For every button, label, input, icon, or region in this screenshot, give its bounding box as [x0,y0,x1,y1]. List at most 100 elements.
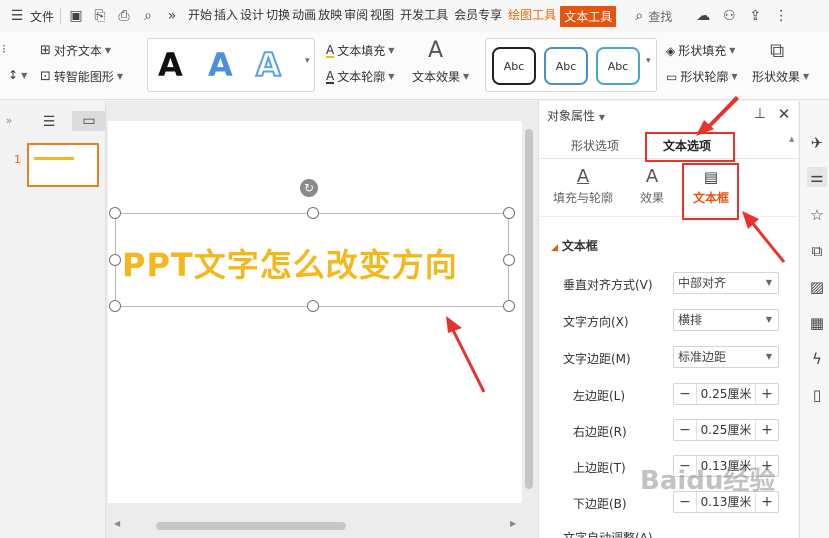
shape-fill-label: 形状填充 [678,44,727,58]
scroll-thumb[interactable] [156,522,346,530]
resize-handle-top-left[interactable] [109,207,121,219]
preview-icon[interactable]: ⌕ [139,7,157,25]
search-button[interactable]: 查找 [648,8,672,25]
export-pdf-icon[interactable]: ⎘ [91,7,109,25]
text-style-black[interactable]: A [158,45,183,85]
line-spacing-button[interactable]: ↕ ▼ [8,68,27,82]
subtab-effect[interactable]: A 效果 [635,165,669,206]
text-direction-select[interactable]: 横排 ▼ [673,309,779,331]
slide-view-icon[interactable]: ▭ [72,111,106,131]
scroll-right-icon[interactable]: ▶ [510,519,516,528]
subtab-fill-outline[interactable]: A 填充与轮廓 [551,165,615,206]
lightning-icon[interactable]: ϟ [807,349,827,369]
slide[interactable]: ↻ PPT文字怎么改变方向 [108,121,522,503]
shape-effect-icon[interactable]: ⧉ [770,38,784,62]
tab-member[interactable]: 会员专享 [453,6,503,27]
panel-scrollbar[interactable]: ▲ [789,101,797,538]
tab-drawing-tools[interactable]: 绘图工具 [507,6,557,27]
tab-insert[interactable]: 插入 [213,6,239,27]
print-icon[interactable]: ⎙ [115,7,133,25]
image-icon[interactable]: ▨ [807,277,827,297]
tab-developer[interactable]: 开发工具 [399,6,449,27]
shape-effect-button[interactable]: 形状效果 ▼ [752,68,809,85]
slide-thumbnail[interactable] [27,143,99,187]
tab-slideshow[interactable]: 放映 [317,6,343,27]
bottom-margin-label: 下边距(B) [573,497,627,511]
resize-handle-left[interactable] [109,254,121,266]
text-style-blue[interactable]: A [208,45,233,85]
right-margin-value[interactable]: 0.25厘米 [696,420,756,440]
file-menu[interactable]: 文件 [30,8,54,25]
panel-title[interactable]: 对象属性 ▼ [547,107,605,124]
pin-icon[interactable]: ⊥ [751,105,769,123]
share-user-icon[interactable]: ⚇ [720,7,738,25]
rocket-icon[interactable]: ✈ [807,133,827,153]
rotate-handle-icon[interactable]: ↻ [300,179,318,197]
horizontal-scrollbar[interactable]: ◀ ▶ [110,519,524,533]
text-margin-select[interactable]: 标准边距 ▼ [673,346,779,368]
text-effect-icon[interactable]: A [428,38,443,63]
shape-gallery-scroll-icon[interactable]: ▾ [646,56,651,66]
tab-text-tools[interactable]: 文本工具 [560,5,617,27]
increment-button[interactable]: + [756,420,778,440]
left-margin-stepper[interactable]: − 0.25厘米 + [673,383,779,405]
decrement-button[interactable]: − [674,420,696,440]
share-icon[interactable]: ⇪ [746,7,764,25]
more-chevron-icon[interactable]: » [163,7,181,25]
resize-handle-right[interactable] [503,254,515,266]
scroll-thumb[interactable] [525,129,533,489]
section-textbox[interactable]: ◢ 文本框 [551,237,598,254]
menu-icon[interactable]: ☰ [8,7,26,25]
resize-handle-bottom[interactable] [307,300,319,312]
expand-pane-icon[interactable]: » [0,111,18,129]
text-style-outline[interactable]: A [255,45,282,85]
tab-view[interactable]: 视图 [369,6,395,27]
increment-button[interactable]: + [756,384,778,404]
shape-style-1[interactable]: Abc [492,47,536,85]
smartart-icon: ⊡ [40,69,51,84]
convert-smartart-button[interactable]: ⊡ 转智能图形 ▼ [40,68,123,85]
ribbon-left-icon[interactable]: ⁝ [2,42,6,56]
tab-transition[interactable]: 切换 [265,6,291,27]
tab-home[interactable]: 开始 [187,6,213,27]
star-icon[interactable]: ☆ [807,205,827,225]
tab-animation[interactable]: 动画 [291,6,317,27]
autofit-label: 文字自动调整(A) [563,531,653,538]
shape-style-3[interactable]: Abc [596,47,640,85]
vertical-scrollbar[interactable] [524,123,534,523]
search-icon[interactable]: ⌕ [630,7,648,25]
left-margin-value[interactable]: 0.25厘米 [696,384,756,404]
valign-select[interactable]: 中部对齐 ▼ [673,272,779,294]
save-icon[interactable]: ▣ [67,7,85,25]
align-text-button[interactable]: ⊞ 对齐文本 ▼ [40,42,111,59]
tab-review[interactable]: 审阅 [343,6,369,27]
scroll-up-icon[interactable]: ▲ [789,135,794,143]
properties-icon[interactable]: ⚌ [807,167,827,187]
shape-fill-button[interactable]: ◈ 形状填充 ▼ [666,42,735,59]
outline-view-icon[interactable]: ☰ [40,113,58,131]
more-icon[interactable]: ⋮ [772,7,790,25]
resize-handle-top-right[interactable] [503,207,515,219]
book-icon[interactable]: ▯ [807,385,827,405]
tab-design[interactable]: 设计 [239,6,265,27]
resize-handle-bottom-left[interactable] [109,300,121,312]
ribbon: ⁝ ↕ ▼ ⊞ 对齐文本 ▼ ⊡ 转智能图形 ▼ A A A ▾ A 文本填充 ▼… [0,32,829,100]
shape-outline-button[interactable]: ▭ 形状轮廓 ▼ [666,68,738,85]
right-margin-stepper[interactable]: − 0.25厘米 + [673,419,779,441]
decrement-button[interactable]: − [674,384,696,404]
scroll-left-icon[interactable]: ◀ [114,519,120,528]
shape-style-2[interactable]: Abc [544,47,588,85]
tab-shape-options[interactable]: 形状选项 [571,137,619,154]
text-effect-button[interactable]: 文本效果 ▼ [412,68,469,85]
text-box[interactable]: PPT文字怎么改变方向 [109,207,515,312]
copy-icon[interactable]: ⧉ [807,241,827,261]
cloud-icon[interactable]: ☁ [694,7,712,25]
gallery-icon[interactable]: ▦ [807,313,827,333]
resize-handle-bottom-right[interactable] [503,300,515,312]
gallery-scroll-icon[interactable]: ▾ [305,56,310,66]
divider [60,8,62,24]
slide-title-text[interactable]: PPT文字怎么改变方向 [122,240,458,286]
text-fill-button[interactable]: A 文本填充 ▼ [326,42,394,59]
resize-handle-top[interactable] [307,207,319,219]
text-outline-button[interactable]: A 文本轮廓 ▼ [326,68,394,85]
